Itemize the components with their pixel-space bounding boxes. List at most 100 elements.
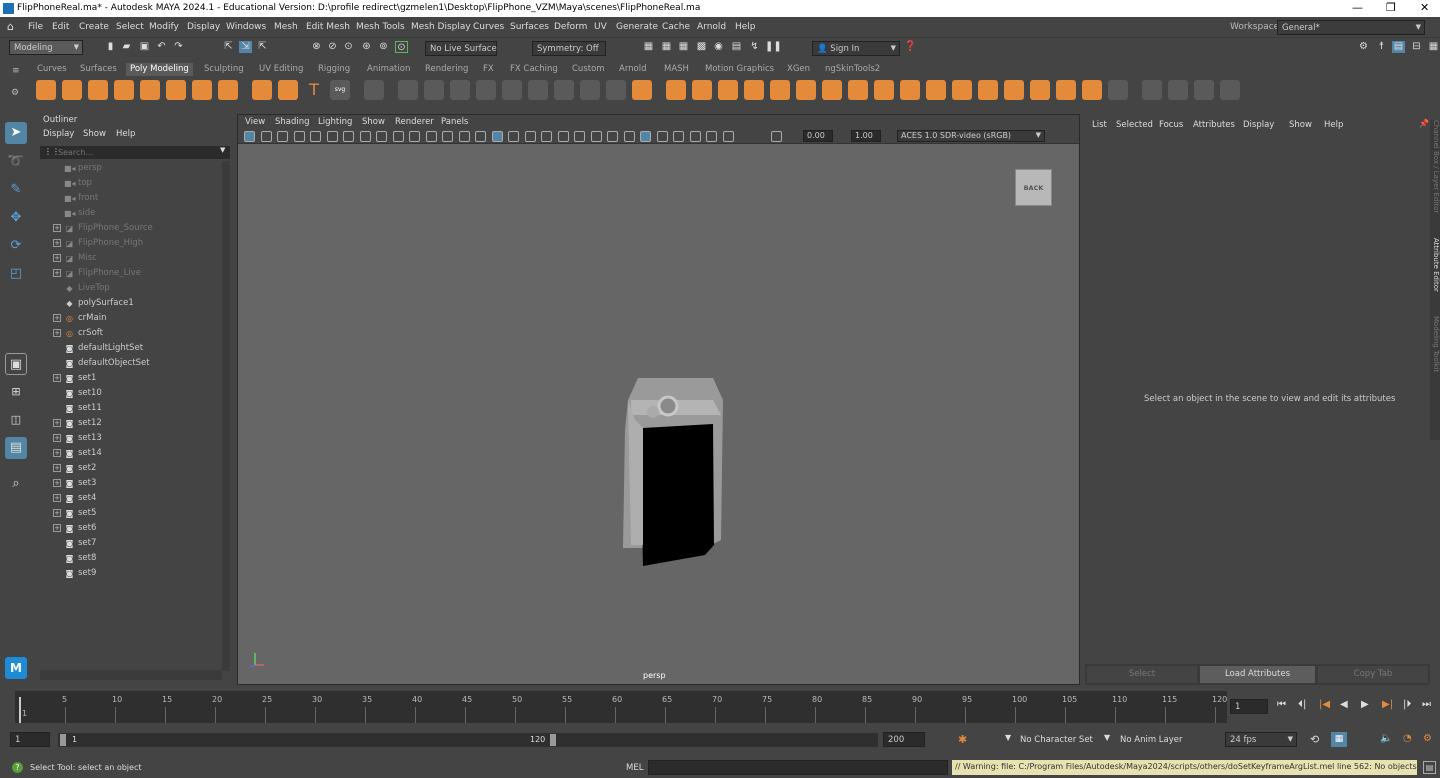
symmetrize-icon[interactable] xyxy=(1142,80,1162,100)
shelf-tab-fx-caching[interactable]: FX Caching xyxy=(510,64,558,74)
menu-edit-mesh[interactable]: Edit Mesh xyxy=(306,22,350,32)
expand-icon[interactable]: + xyxy=(53,494,61,502)
fps-select[interactable]: 24 fps ▼ xyxy=(1225,732,1297,747)
maya-home-icon[interactable]: M xyxy=(5,657,27,679)
outliner-item[interactable]: ■◂ side xyxy=(36,206,226,221)
range-bar[interactable]: 1 120 xyxy=(58,733,878,747)
outliner-item[interactable]: + ◙ set4 xyxy=(36,491,226,506)
channel-box-tab[interactable]: Channel Box / Layer Editor xyxy=(1430,120,1440,230)
select-hierarchy-icon[interactable]: ⇱ xyxy=(222,41,235,53)
open-scene-icon[interactable]: ▰ xyxy=(120,41,133,53)
outliner-vscrollbar[interactable] xyxy=(222,161,230,671)
menu-edit[interactable]: Edit xyxy=(52,22,69,32)
menu-mesh-tools[interactable]: Mesh Tools xyxy=(356,22,405,32)
go-to-start-icon[interactable]: ⏮ xyxy=(1277,699,1286,710)
move-tool-icon[interactable]: ✥ xyxy=(5,207,27,229)
planar-uv-icon[interactable] xyxy=(1004,80,1024,100)
copy-tab-button[interactable]: Copy Tab xyxy=(1318,666,1428,683)
load-attributes-button[interactable]: Load Attributes xyxy=(1200,666,1315,683)
image-plane-icon[interactable] xyxy=(310,131,321,142)
viewport-menu-lighting[interactable]: Lighting xyxy=(318,117,352,127)
shelf-tab-fx[interactable]: FX xyxy=(483,64,494,74)
undo-icon[interactable]: ↶ xyxy=(155,41,168,53)
outliner-item[interactable]: ◙ set7 xyxy=(36,536,226,551)
sound-icon[interactable]: 🔈 xyxy=(1380,733,1392,744)
shelf-tab-curves[interactable]: Curves xyxy=(37,64,67,74)
screen-space-ao-icon[interactable] xyxy=(574,131,585,142)
outliner-item[interactable]: ◙ set9 xyxy=(36,566,226,581)
four-view-layout-icon[interactable]: ⊞ xyxy=(5,381,27,403)
default-material-icon[interactable] xyxy=(508,131,519,142)
view-cube[interactable]: BACK xyxy=(1015,169,1052,206)
smooth-shade-icon[interactable] xyxy=(491,131,503,142)
automatic-uv-icon[interactable] xyxy=(1030,80,1050,100)
bevel-icon[interactable] xyxy=(632,80,652,100)
outliner-item[interactable]: + ◙ set12 xyxy=(36,416,226,431)
outliner-layout-icon[interactable]: ▤ xyxy=(5,437,27,459)
multi-cut-icon[interactable] xyxy=(666,80,686,100)
bridge-icon[interactable] xyxy=(580,80,600,100)
time-slider-track[interactable]: 1 5 10 15 20 25 30 35 40 45 50 55 60 65 70 75 80 85 90 95 1… xyxy=(15,691,1227,723)
exposure-icon-icon[interactable] xyxy=(722,131,734,142)
isolate-select-icon[interactable] xyxy=(640,131,651,142)
poly-cube-icon[interactable] xyxy=(62,80,82,100)
booleans-icon[interactable] xyxy=(476,80,496,100)
xray-active-icon[interactable] xyxy=(689,131,701,142)
outliner-item[interactable]: + ◪ Misc xyxy=(36,251,226,266)
snap-surface-icon[interactable]: ⊚ xyxy=(377,41,390,53)
outliner-item[interactable]: ◙ defaultObjectSet xyxy=(36,356,226,371)
loop-icon[interactable]: ⟲ xyxy=(1310,733,1319,746)
shelf-tab-rigging[interactable]: Rigging xyxy=(318,64,350,74)
menu-help[interactable]: Help xyxy=(735,22,756,32)
film-gate-icon[interactable] xyxy=(376,131,387,142)
mode-select[interactable]: Modeling ▼ xyxy=(9,40,83,55)
start-frame-field[interactable]: 1 xyxy=(10,732,50,747)
snap-view-icon[interactable]: ⊛ xyxy=(360,41,373,53)
textured-icon[interactable] xyxy=(524,131,536,142)
poly-cylinder-icon[interactable] xyxy=(88,80,108,100)
gate-mask-icon[interactable] xyxy=(409,131,420,142)
attr-menu-attributes[interactable]: Attributes xyxy=(1193,120,1235,130)
wireframe-icon[interactable] xyxy=(475,131,486,142)
play-backward-icon[interactable]: ◀ xyxy=(1340,699,1348,710)
arnold-render-icon[interactable]: ▤ xyxy=(730,41,743,53)
outliner-item[interactable]: + ◙ set1 xyxy=(36,371,226,386)
mirror-icon[interactable] xyxy=(502,80,522,100)
extrude-icon[interactable] xyxy=(606,80,626,100)
soft-sel-icon[interactable] xyxy=(1108,80,1128,100)
character-set-label[interactable]: No Character Set xyxy=(1020,735,1093,745)
persp-outliner-layout-icon[interactable]: ◫ xyxy=(5,409,27,431)
fill-hole-icon[interactable] xyxy=(770,80,790,100)
step-forward-key-icon[interactable]: |⏵ xyxy=(1403,699,1411,710)
append-to-polygon-icon[interactable] xyxy=(744,80,764,100)
field-chart-icon[interactable] xyxy=(425,131,437,142)
shelf-tab-uv-editing[interactable]: UV Editing xyxy=(259,64,303,74)
snap-point-icon[interactable]: ⊙ xyxy=(342,41,355,53)
shelf-tab-xgen[interactable]: XGen xyxy=(787,64,810,74)
render-frame-icon[interactable]: ▦ xyxy=(660,41,673,53)
render-settings-icon[interactable]: ▩ xyxy=(695,41,708,53)
grease-pencil-icon[interactable] xyxy=(343,131,354,142)
close-icon[interactable]: ✕ xyxy=(1420,1,1429,14)
attribute-editor-tab[interactable]: Attribute Editor xyxy=(1430,238,1440,308)
expand-icon[interactable]: + xyxy=(53,509,61,517)
anim-prefs-icon[interactable]: ⚙ xyxy=(1423,733,1432,744)
viewport-menu-view[interactable]: View xyxy=(245,117,265,127)
single-perspective-layout-icon[interactable]: ▣ xyxy=(5,353,27,375)
snap-grid-icon[interactable]: ⊗ xyxy=(310,41,323,53)
merge-icon[interactable] xyxy=(796,80,816,100)
sign-in-button[interactable]: 👤 Sign In ▼ xyxy=(812,41,900,56)
outliner-item[interactable]: + ◎ crMain xyxy=(36,311,226,326)
shelf-tab-rendering[interactable]: Rendering xyxy=(425,64,468,74)
outliner-item[interactable]: + ◙ set6 xyxy=(36,521,226,536)
bend-icon[interactable] xyxy=(1194,80,1214,100)
viewport-panel[interactable]: View Shading Lighting Show Renderer Panels 0.… xyxy=(237,114,1080,685)
outliner-menu-display[interactable]: Display xyxy=(43,129,74,139)
xray-icon[interactable] xyxy=(656,131,668,142)
outliner-item[interactable]: ■◂ top xyxy=(36,176,226,191)
gamma-field[interactable]: 1.00 xyxy=(851,130,881,142)
combine-icon[interactable] xyxy=(398,80,418,100)
outliner-item[interactable]: + ◙ set2 xyxy=(36,461,226,476)
viewport-menu-renderer[interactable]: Renderer xyxy=(395,117,434,127)
step-back-frame-icon[interactable]: |◀ xyxy=(1319,699,1330,710)
